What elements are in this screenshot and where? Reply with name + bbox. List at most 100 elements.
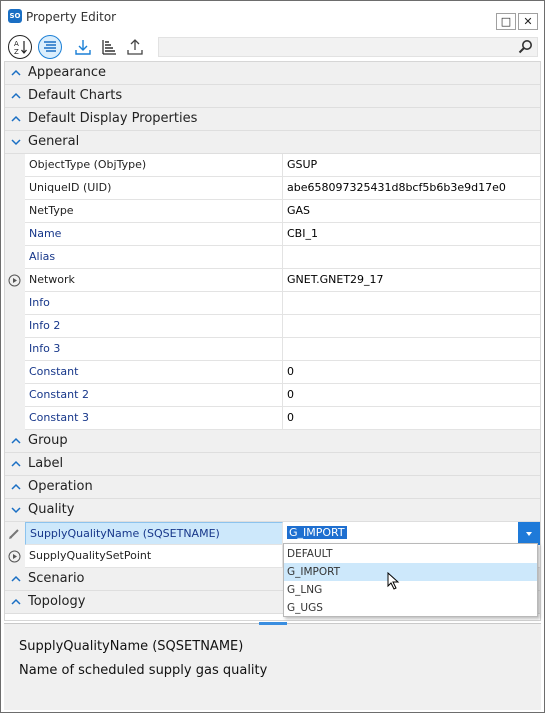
property-value[interactable]	[283, 246, 540, 269]
maximize-button[interactable]: □	[496, 13, 516, 30]
toolbar: A Z	[1, 32, 544, 61]
property-row[interactable]: ObjectType (ObjType) GSUP	[5, 154, 540, 177]
category-quality[interactable]: Quality	[5, 499, 540, 522]
description-panel: SupplyQualityName (SQSETNAME) Name of sc…	[4, 622, 541, 710]
property-row[interactable]: UniqueID (UID) abe658097325431d8bcf5b6b3…	[5, 177, 540, 200]
property-value[interactable]: GSUP	[283, 154, 540, 177]
property-name: Name	[25, 223, 283, 246]
category-label: Topology	[28, 594, 86, 609]
svg-text:Z: Z	[14, 48, 19, 56]
property-grid: Appearance Default Charts Default Displa…	[4, 61, 541, 621]
sort-alphabetical-button[interactable]: A Z	[8, 35, 32, 59]
category-label: Group	[28, 433, 68, 448]
property-name: Constant 3	[25, 407, 283, 430]
dropdown-option[interactable]: DEFAULT	[284, 545, 537, 563]
import-button[interactable]	[71, 35, 95, 59]
category-label: Scenario	[28, 571, 85, 586]
property-name: UniqueID (UID)	[25, 177, 283, 200]
property-value[interactable]: 0	[283, 361, 540, 384]
property-row[interactable]: Constant 2 0	[5, 384, 540, 407]
property-name: Network	[25, 269, 283, 292]
property-row-selected[interactable]: SupplyQualityName (SQSETNAME) G_IMPORT	[5, 522, 540, 545]
property-editor-window: SO Property Editor □ ✕ A Z Appearance De…	[0, 0, 545, 713]
property-value[interactable]: CBI_1	[283, 223, 540, 246]
category-label: Default Charts	[28, 88, 123, 103]
svg-text:A: A	[14, 40, 19, 48]
sort-list-button[interactable]	[97, 35, 121, 59]
close-button[interactable]: ✕	[518, 13, 538, 30]
sort-alphabetical-icon: A Z	[14, 40, 27, 56]
property-row[interactable]: Constant 3 0	[5, 407, 540, 430]
chevron-up-icon	[11, 69, 21, 76]
property-value[interactable]: 0	[283, 407, 540, 430]
dropdown-option[interactable]: G_UGS	[284, 599, 537, 617]
property-value[interactable]: GNET.GNET29_17	[283, 269, 540, 292]
property-name: SupplyQualityName (SQSETNAME)	[25, 522, 283, 545]
property-name: Constant	[25, 361, 283, 384]
property-value[interactable]	[283, 292, 540, 315]
category-label-text: Label	[28, 456, 64, 471]
description-text: Name of scheduled supply gas quality	[19, 663, 268, 678]
navigate-arrow-icon[interactable]	[8, 550, 21, 563]
export-icon	[127, 39, 143, 55]
dropdown-option[interactable]: G_LNG	[284, 581, 537, 599]
chevron-down-icon	[11, 507, 21, 514]
export-button[interactable]	[123, 35, 147, 59]
property-row[interactable]: Info	[5, 292, 540, 315]
property-name: ObjectType (ObjType)	[25, 154, 283, 177]
category-general[interactable]: General	[5, 131, 540, 154]
property-row[interactable]: Alias	[5, 246, 540, 269]
property-value[interactable]: GAS	[283, 200, 540, 223]
category-default-display-properties[interactable]: Default Display Properties	[5, 108, 540, 131]
category-label: General	[28, 134, 80, 149]
property-row[interactable]: NetType GAS	[5, 200, 540, 223]
selected-value: G_IMPORT	[287, 526, 347, 539]
property-value[interactable]	[283, 338, 540, 361]
chevron-up-icon	[11, 575, 21, 582]
property-row[interactable]: Name CBI_1	[5, 223, 540, 246]
dropdown-arrow-button[interactable]	[518, 522, 540, 545]
property-name: SupplyQualitySetPoint	[25, 545, 283, 568]
property-name: Alias	[25, 246, 283, 269]
app-logo-icon: SO	[8, 9, 22, 23]
navigate-arrow-icon[interactable]	[8, 274, 21, 287]
chevron-up-icon	[11, 598, 21, 605]
search-input[interactable]	[158, 37, 538, 57]
chevron-up-icon	[11, 483, 21, 490]
category-group[interactable]: Group	[5, 430, 540, 453]
category-appearance[interactable]: Appearance	[5, 62, 540, 85]
categorized-view-icon	[44, 41, 56, 52]
window-title: Property Editor	[26, 10, 117, 24]
property-row[interactable]: Info 3	[5, 338, 540, 361]
category-label: Default Display Properties	[28, 111, 198, 126]
mouse-cursor-icon	[387, 572, 400, 590]
property-name: Info	[25, 292, 283, 315]
property-name: Info 2	[25, 315, 283, 338]
description-title: SupplyQualityName (SQSETNAME)	[19, 639, 244, 654]
property-name: NetType	[25, 200, 283, 223]
category-label[interactable]: Label	[5, 453, 540, 476]
property-name: Info 3	[25, 338, 283, 361]
panel-splitter-handle[interactable]	[259, 622, 287, 625]
title-bar: SO Property Editor □ ✕	[1, 1, 544, 31]
property-value[interactable]: abe658097325431d8bcf5b6b3e9d17e0	[283, 177, 540, 200]
category-label: Operation	[28, 479, 93, 494]
search-icon[interactable]	[518, 39, 533, 54]
property-row[interactable]: Info 2	[5, 315, 540, 338]
sort-list-icon	[102, 40, 116, 55]
chevron-up-icon	[11, 115, 21, 122]
property-name: Constant 2	[25, 384, 283, 407]
property-value-dropdown[interactable]: G_IMPORT	[283, 522, 540, 545]
category-default-charts[interactable]: Default Charts	[5, 85, 540, 108]
property-row[interactable]: Constant 0	[5, 361, 540, 384]
property-value[interactable]	[283, 315, 540, 338]
dropdown-option-hovered[interactable]: G_IMPORT	[284, 563, 537, 581]
chevron-up-icon	[11, 437, 21, 444]
categorized-view-button[interactable]	[38, 35, 62, 59]
property-value[interactable]: 0	[283, 384, 540, 407]
dropdown-list: DEFAULT G_IMPORT G_LNG G_UGS	[283, 543, 538, 617]
property-row[interactable]: Network GNET.GNET29_17	[5, 269, 540, 292]
chevron-up-icon	[11, 460, 21, 467]
category-operation[interactable]: Operation	[5, 476, 540, 499]
import-icon	[75, 40, 91, 55]
